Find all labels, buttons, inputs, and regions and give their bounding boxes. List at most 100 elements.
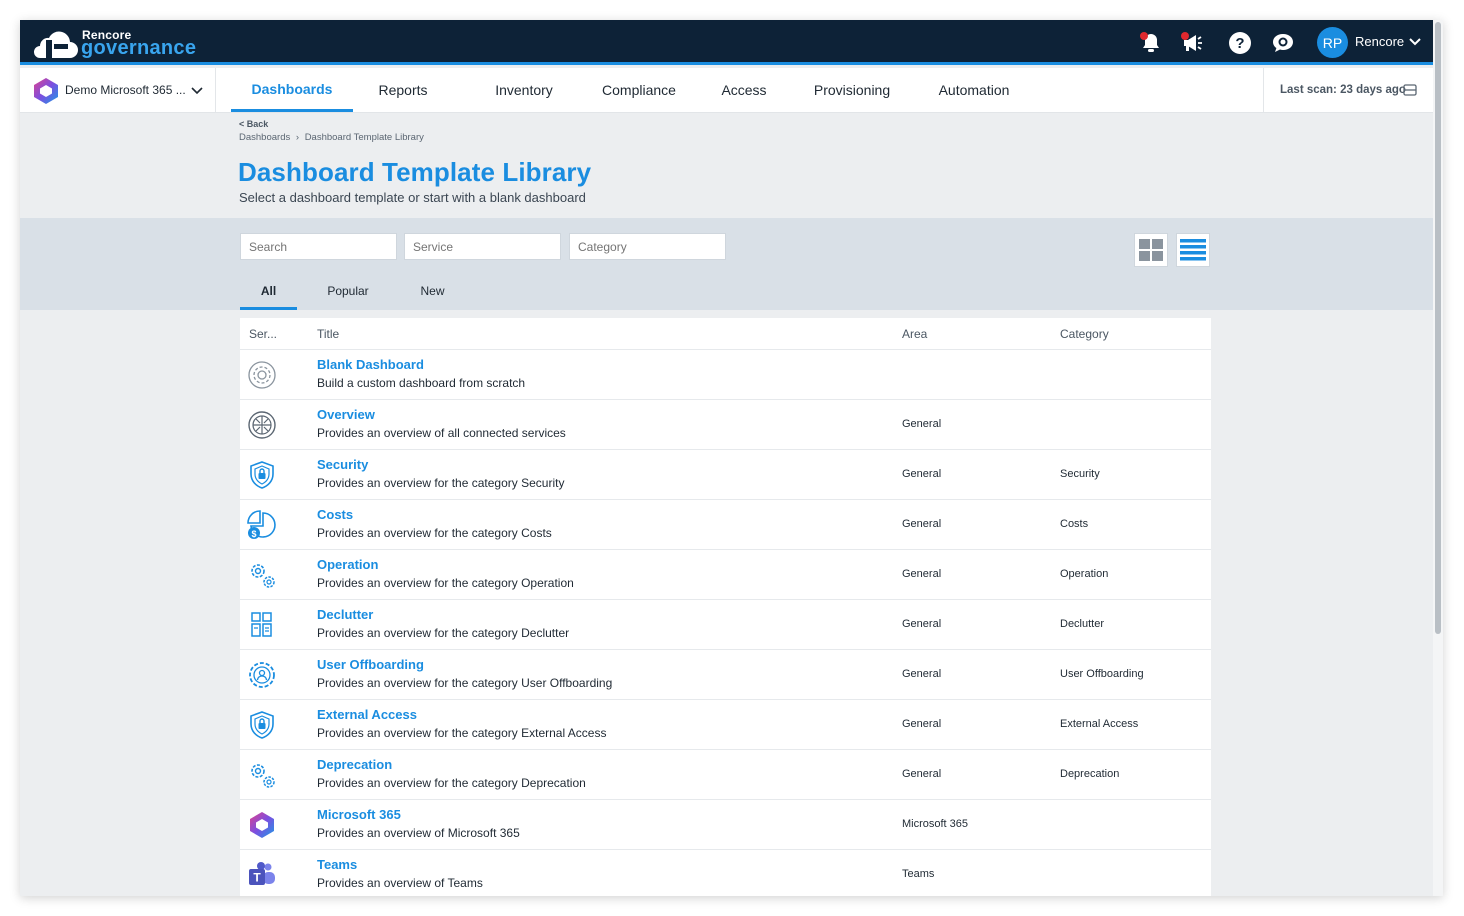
row-title[interactable]: Overview xyxy=(317,407,375,422)
table-row[interactable]: Security Provides an overview for the ca… xyxy=(240,450,1211,500)
row-title[interactable]: Teams xyxy=(317,857,357,872)
tab-dashboards[interactable]: Dashboards xyxy=(231,68,353,112)
row-title[interactable]: Declutter xyxy=(317,607,373,622)
tab-automation[interactable]: Automation xyxy=(929,68,1019,112)
table-row[interactable]: Blank Dashboard Build a custom dashboard… xyxy=(240,350,1211,400)
gear-outline-icon xyxy=(248,361,276,389)
row-title[interactable]: Microsoft 365 xyxy=(317,807,401,822)
table-row[interactable]: Deprecation Provides an overview for the… xyxy=(240,750,1211,800)
scan-details-icon[interactable] xyxy=(1403,84,1417,96)
table-row[interactable]: Overview Provides an overview of all con… xyxy=(240,400,1211,450)
tab-provisioning[interactable]: Provisioning xyxy=(802,68,902,112)
logo-text-big: governance xyxy=(81,37,197,59)
microsoft-365-icon xyxy=(250,812,274,838)
breadcrumb-dashboards[interactable]: Dashboards xyxy=(239,132,290,143)
user-avatar[interactable]: RP xyxy=(1317,27,1348,58)
last-scan-text: Last scan: 23 days ago xyxy=(1280,84,1406,96)
page-subtitle: Select a dashboard template or start wit… xyxy=(239,190,586,205)
filter-panel: All Popular New xyxy=(20,218,1433,310)
feedback-chat-icon[interactable] xyxy=(1271,31,1295,55)
shield-lock-icon xyxy=(250,461,274,489)
row-category: Deprecation xyxy=(1060,768,1120,780)
row-description: Provides an overview for the category Us… xyxy=(317,676,613,690)
app-window: Rencore governance ? RP Rencore Demo Mic… xyxy=(20,20,1443,896)
search-input[interactable] xyxy=(240,233,397,260)
row-category: Costs xyxy=(1060,518,1089,530)
shield-lock-icon xyxy=(250,711,274,739)
row-area: General xyxy=(902,468,942,480)
row-area: General xyxy=(902,668,942,680)
grid-view-button[interactable] xyxy=(1134,233,1168,267)
template-table: Ser... Title Area Category Blank Dashboa… xyxy=(240,318,1211,896)
row-category: User Offboarding xyxy=(1060,668,1144,680)
svg-text:$: $ xyxy=(251,529,256,539)
table-row[interactable]: Microsoft 365 Provides an overview of Mi… xyxy=(240,800,1211,850)
column-header-title[interactable]: Title xyxy=(317,327,339,341)
service-filter[interactable] xyxy=(404,233,561,260)
column-header-service[interactable]: Ser... xyxy=(249,327,277,341)
top-bar: Rencore governance ? RP Rencore xyxy=(20,20,1433,65)
table-header: Ser... Title Area Category xyxy=(240,318,1211,350)
gears-icon xyxy=(251,764,275,788)
row-area: General xyxy=(902,768,942,780)
filter-tab-new[interactable]: New xyxy=(410,284,455,310)
row-area: General xyxy=(902,568,942,580)
main-nav: Demo Microsoft 365 ... Dashboards Report… xyxy=(20,68,1433,113)
row-area: General xyxy=(902,618,942,630)
table-row[interactable]: Operation Provides an overview for the c… xyxy=(240,550,1211,600)
tenant-selector[interactable]: Demo Microsoft 365 ... xyxy=(20,68,216,112)
row-area: Microsoft 365 xyxy=(902,818,969,830)
chevron-down-icon[interactable] xyxy=(191,86,203,96)
row-title[interactable]: Security xyxy=(317,457,368,472)
row-description: Provides an overview for the category De… xyxy=(317,776,586,790)
svg-text:T: T xyxy=(253,871,261,885)
column-header-category[interactable]: Category xyxy=(1060,327,1109,341)
tab-inventory[interactable]: Inventory xyxy=(484,68,564,112)
pie-dollar-icon: $ xyxy=(247,510,276,539)
table-row[interactable]: Declutter Provides an overview for the c… xyxy=(240,600,1211,650)
column-header-area[interactable]: Area xyxy=(902,327,927,341)
breadcrumb-current: Dashboard Template Library xyxy=(304,132,424,143)
chevron-down-icon[interactable] xyxy=(1409,37,1421,47)
category-filter[interactable] xyxy=(569,233,726,260)
tab-compliance[interactable]: Compliance xyxy=(592,68,686,112)
table-row[interactable]: External Access Provides an overview for… xyxy=(240,700,1211,750)
tenant-name: Demo Microsoft 365 ... xyxy=(65,83,186,97)
row-title[interactable]: Operation xyxy=(317,557,378,572)
list-view-button[interactable] xyxy=(1176,233,1210,267)
row-area: General xyxy=(902,418,942,430)
filter-tab-popular[interactable]: Popular xyxy=(318,284,378,310)
tab-access[interactable]: Access xyxy=(714,68,774,112)
row-description: Provides an overview for the category Co… xyxy=(317,526,552,540)
row-title[interactable]: Deprecation xyxy=(317,757,392,772)
declutter-grid-icon xyxy=(251,612,272,637)
list-view-icon xyxy=(1180,239,1206,261)
row-area: Teams xyxy=(902,868,935,880)
rencore-logo[interactable]: Rencore governance xyxy=(32,24,212,60)
announcement-megaphone-icon[interactable] xyxy=(1180,31,1204,55)
filter-tab-all[interactable]: All xyxy=(240,284,297,310)
page-scrollbar[interactable] xyxy=(1433,20,1443,896)
row-description: Provides an overview for the category De… xyxy=(317,626,570,640)
scrollbar-thumb[interactable] xyxy=(1435,22,1441,634)
notification-bell-icon[interactable] xyxy=(1139,31,1163,55)
cloud-logo-icon xyxy=(34,31,78,58)
row-category: Declutter xyxy=(1060,618,1105,630)
row-title[interactable]: User Offboarding xyxy=(317,657,424,672)
row-category: Operation xyxy=(1060,568,1109,580)
row-category: External Access xyxy=(1060,718,1139,730)
back-link[interactable]: < Back xyxy=(239,119,268,129)
table-row[interactable]: T Teams Provides an overview of Teams Te… xyxy=(240,850,1211,896)
row-area: General xyxy=(902,718,942,730)
user-name[interactable]: Rencore xyxy=(1355,34,1404,49)
page-title: Dashboard Template Library xyxy=(238,157,592,187)
row-description: Provides an overview of Microsoft 365 xyxy=(317,826,520,840)
row-title[interactable]: External Access xyxy=(317,707,417,722)
table-row[interactable]: User Offboarding Provides an overview fo… xyxy=(240,650,1211,700)
row-title[interactable]: Costs xyxy=(317,507,353,522)
breadcrumb: Dashboards › Dashboard Template Library xyxy=(239,132,424,143)
table-row[interactable]: $ Costs Provides an overview for the cat… xyxy=(240,500,1211,550)
row-title[interactable]: Blank Dashboard xyxy=(317,357,424,372)
help-icon[interactable]: ? xyxy=(1228,31,1252,55)
tab-reports[interactable]: Reports xyxy=(365,68,441,112)
